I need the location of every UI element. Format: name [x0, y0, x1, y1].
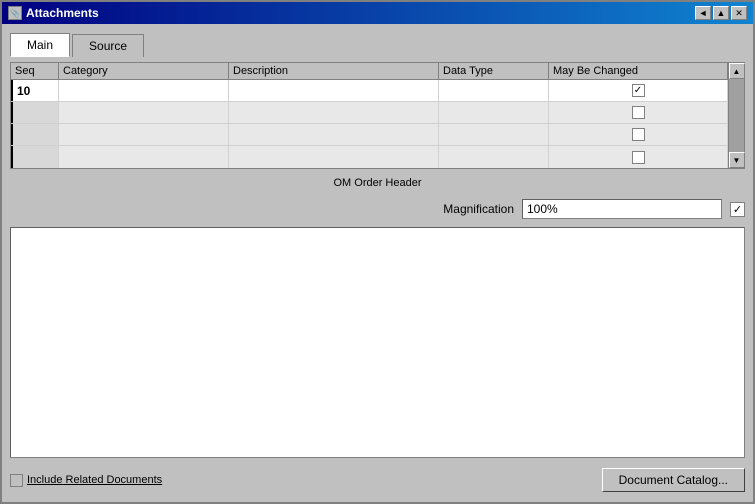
scroll-track[interactable] — [729, 79, 744, 152]
restore-button[interactable]: ◄ — [695, 6, 711, 20]
cell-category-3[interactable] — [59, 124, 229, 145]
table-row[interactable] — [11, 146, 728, 168]
maychange-checkbox-3[interactable] — [632, 128, 645, 141]
col-header-maychange: May Be Changed — [549, 63, 728, 79]
entity-label: OM Order Header — [10, 175, 745, 191]
window-content: Main Source Seq Category Description Dat… — [2, 24, 753, 502]
table-scrollbar: ▲ ▼ — [728, 63, 744, 168]
scroll-down-button[interactable]: ▼ — [729, 152, 745, 168]
title-buttons: ◄ ▲ ✕ — [695, 6, 747, 20]
magnification-label: Magnification — [443, 202, 514, 216]
tab-main[interactable]: Main — [10, 33, 70, 57]
tab-source[interactable]: Source — [72, 34, 144, 57]
cell-seq-4 — [11, 146, 59, 168]
maychange-checkbox-4[interactable] — [632, 151, 645, 164]
table-container: Seq Category Description Data Type May B… — [10, 62, 745, 169]
tabs: Main Source — [10, 32, 745, 56]
cell-category-1[interactable] — [59, 80, 229, 101]
window-title: Attachments — [26, 6, 99, 20]
cell-description-4[interactable] — [229, 146, 439, 168]
table-row[interactable] — [11, 102, 728, 124]
include-label: Include Related Documents — [27, 474, 162, 486]
table-scroll: Seq Category Description Data Type May B… — [11, 63, 728, 168]
cell-description-2[interactable] — [229, 102, 439, 123]
cell-datatype-2[interactable] — [439, 102, 549, 123]
table-row[interactable] — [11, 124, 728, 146]
maximize-button[interactable]: ▲ — [713, 6, 729, 20]
col-header-description: Description — [229, 63, 439, 79]
magnification-checkbox[interactable] — [730, 202, 745, 217]
magnification-input[interactable] — [522, 199, 722, 219]
cell-datatype-4[interactable] — [439, 146, 549, 168]
cell-seq-3 — [11, 124, 59, 145]
table-header: Seq Category Description Data Type May B… — [11, 63, 728, 80]
col-header-seq: Seq — [11, 63, 59, 79]
maychange-checkbox-1[interactable] — [632, 84, 645, 97]
cell-description-3[interactable] — [229, 124, 439, 145]
cell-maychange-2[interactable] — [549, 102, 728, 123]
col-header-datatype: Data Type — [439, 63, 549, 79]
preview-area — [10, 227, 745, 458]
col-header-category: Category — [59, 63, 229, 79]
table-wrapper: Seq Category Description Data Type May B… — [11, 63, 744, 168]
cell-seq-1: 10 — [11, 80, 59, 101]
cell-maychange-3[interactable] — [549, 124, 728, 145]
table-body: 10 — [11, 80, 728, 168]
include-related-checkbox[interactable] — [10, 474, 23, 487]
table-row[interactable]: 10 — [11, 80, 728, 102]
attachments-window: 📎 Attachments ◄ ▲ ✕ Main Source — [0, 0, 755, 504]
cell-maychange-1[interactable] — [549, 80, 728, 101]
scroll-up-button[interactable]: ▲ — [729, 63, 745, 79]
bottom-bar: Include Related Documents Document Catal… — [10, 464, 745, 494]
cell-seq-2 — [11, 102, 59, 123]
magnification-row: Magnification — [10, 197, 745, 221]
title-bar: 📎 Attachments ◄ ▲ ✕ — [2, 2, 753, 24]
maychange-checkbox-2[interactable] — [632, 106, 645, 119]
cell-maychange-4[interactable] — [549, 146, 728, 168]
document-catalog-button[interactable]: Document Catalog... — [602, 468, 745, 492]
cell-datatype-3[interactable] — [439, 124, 549, 145]
window-icon: 📎 — [8, 6, 22, 20]
title-bar-left: 📎 Attachments — [8, 6, 99, 20]
include-checkbox-row: Include Related Documents — [10, 474, 162, 487]
cell-category-2[interactable] — [59, 102, 229, 123]
cell-description-1[interactable] — [229, 80, 439, 101]
close-button[interactable]: ✕ — [731, 6, 747, 20]
cell-datatype-1[interactable] — [439, 80, 549, 101]
cell-category-4[interactable] — [59, 146, 229, 168]
